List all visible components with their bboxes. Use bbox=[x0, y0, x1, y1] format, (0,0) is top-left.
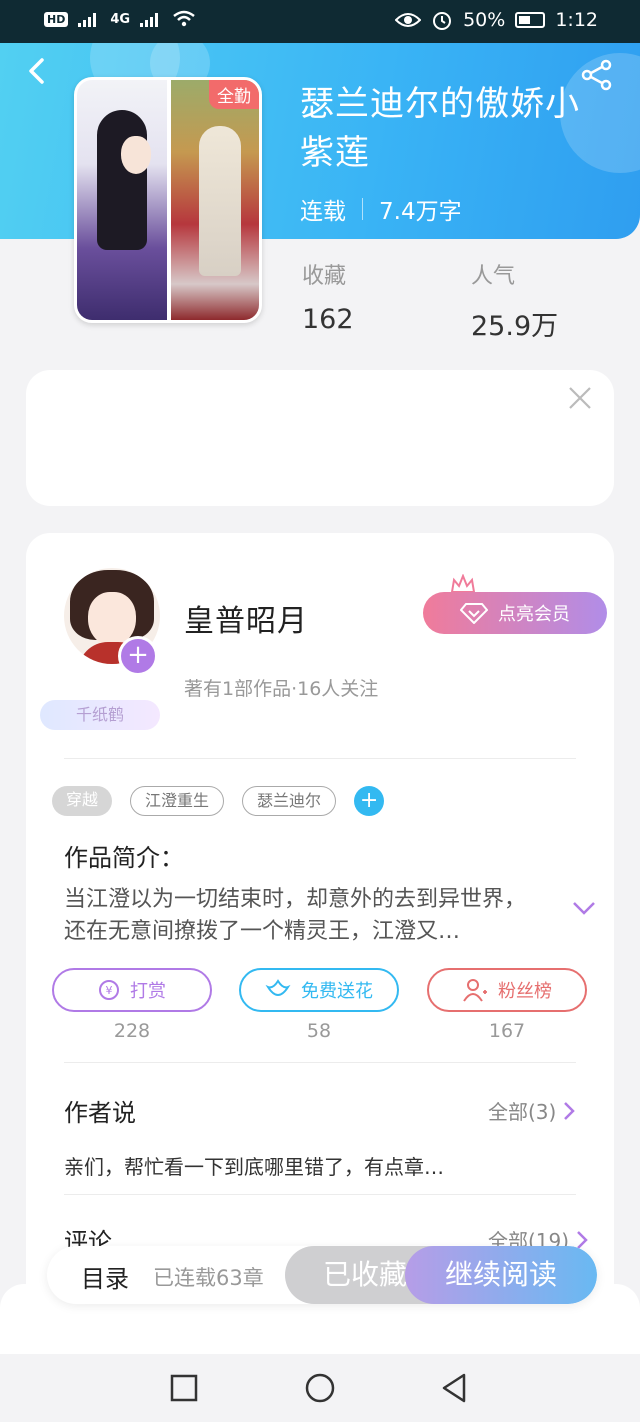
eye-icon bbox=[395, 13, 422, 27]
fan-ranking-button[interactable]: 粉丝榜 bbox=[427, 968, 587, 1012]
fan-level-ribbon: 千纸鹤 bbox=[40, 700, 160, 730]
user-icon bbox=[463, 979, 487, 1002]
word-count: 7.4万字 bbox=[379, 199, 462, 225]
divider bbox=[64, 1194, 576, 1195]
tip-button[interactable]: ¥ 打赏 bbox=[52, 968, 212, 1012]
add-tag-button[interactable]: + bbox=[354, 786, 385, 816]
svg-text:¥: ¥ bbox=[106, 984, 113, 997]
back-button[interactable] bbox=[22, 56, 52, 86]
signal-icon bbox=[78, 13, 97, 27]
book-status: 连载 bbox=[300, 199, 346, 225]
crown-icon bbox=[450, 574, 476, 593]
home-button[interactable] bbox=[302, 1370, 338, 1406]
tag-chip[interactable]: 瑟兰迪尔 bbox=[242, 786, 337, 816]
stat-value: 25.9万 bbox=[471, 311, 559, 342]
divider bbox=[64, 1062, 576, 1063]
stat-label: 收藏 bbox=[302, 264, 347, 289]
send-flower-label: 免费送花 bbox=[301, 981, 373, 1002]
book-meta: 连载 7.4万字 bbox=[300, 192, 462, 226]
intro-text[interactable]: 当江澄以为一切结束时，却意外的去到异世界，还在无意间撩拨了一个精灵王，江澄又… bbox=[64, 884, 544, 948]
bottom-action-bar: 目录 已连载63章 已收藏 继续阅读 bbox=[47, 1246, 597, 1304]
vip-button[interactable]: 点亮会员 bbox=[423, 592, 607, 634]
tip-label: 打赏 bbox=[130, 981, 166, 1002]
divider bbox=[64, 758, 576, 759]
fan-ranking-label: 粉丝榜 bbox=[498, 981, 552, 1002]
toc-button[interactable]: 目录 bbox=[81, 1259, 129, 1294]
stat-label: 人气 bbox=[471, 264, 516, 289]
tip-count: 228 bbox=[113, 1020, 151, 1042]
author-stats: 著有1部作品·16人关注 bbox=[184, 678, 379, 700]
chevron-down-icon[interactable] bbox=[572, 900, 596, 916]
vip-label: 点亮会员 bbox=[498, 604, 570, 625]
send-flower-button[interactable]: 免费送花 bbox=[239, 968, 399, 1012]
back-nav-button[interactable] bbox=[438, 1370, 474, 1406]
coin-icon: ¥ bbox=[99, 980, 119, 1000]
author-says-more-label: 全部(3) bbox=[488, 1100, 557, 1124]
chevron-right-icon bbox=[564, 1101, 576, 1120]
author-note[interactable]: 亲们，帮忙看一下到底哪里错了，有点章… bbox=[64, 1151, 444, 1180]
signal-icon-2 bbox=[140, 13, 159, 27]
recent-apps-button[interactable] bbox=[166, 1370, 202, 1406]
book-title: 瑟兰迪尔的傲娇小紫莲 bbox=[300, 84, 580, 173]
hd-badge: HD bbox=[44, 11, 69, 27]
wifi-icon bbox=[173, 10, 195, 27]
flower-count: 58 bbox=[306, 1020, 332, 1042]
tag-list: 穿越 江澄重生 瑟兰迪尔 + bbox=[52, 786, 385, 816]
tag-chip[interactable]: 穿越 bbox=[52, 786, 113, 816]
flower-icon bbox=[265, 979, 291, 996]
battery-icon bbox=[515, 12, 546, 28]
author-says-title: 作者说 bbox=[64, 1099, 136, 1127]
book-cover[interactable]: 全勤 bbox=[74, 77, 262, 323]
stat-collections: 收藏 162 bbox=[302, 258, 354, 335]
author-says-more[interactable]: 全部(3) bbox=[488, 1096, 576, 1125]
stat-value: 162 bbox=[302, 304, 354, 335]
alarm-icon bbox=[433, 12, 452, 30]
fan-count: 167 bbox=[488, 1020, 526, 1042]
clock: 1:12 bbox=[555, 9, 598, 31]
full-attendance-badge: 全勤 bbox=[209, 80, 259, 109]
tag-chip[interactable]: 江澄重生 bbox=[130, 786, 225, 816]
ad-card bbox=[26, 370, 614, 506]
continue-reading-button[interactable]: 继续阅读 bbox=[405, 1246, 597, 1304]
battery-percent: 50% bbox=[463, 9, 506, 31]
diamond-icon bbox=[460, 603, 488, 624]
author-name: 皇普昭月 bbox=[184, 604, 308, 639]
network-label: 4G bbox=[110, 11, 131, 27]
chapter-count[interactable]: 已连载63章 bbox=[153, 1262, 264, 1292]
status-bar: HD 4G 50% 1:12 bbox=[0, 0, 640, 43]
intro-title: 作品简介： bbox=[64, 844, 184, 872]
stat-popularity: 人气 25.9万 bbox=[471, 258, 558, 343]
follow-button[interactable]: + bbox=[118, 636, 158, 676]
close-icon[interactable] bbox=[566, 384, 594, 412]
